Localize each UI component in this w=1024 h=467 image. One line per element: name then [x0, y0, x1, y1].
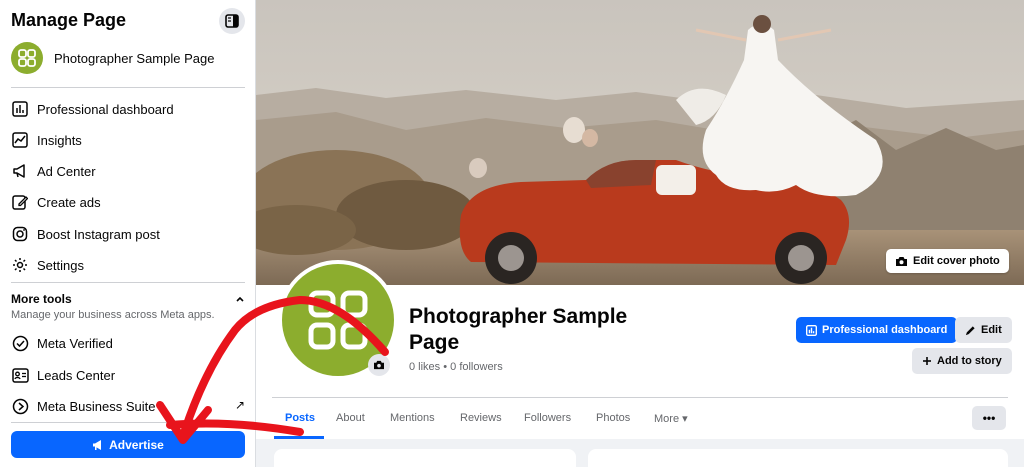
- megaphone-icon: [11, 162, 29, 180]
- camera-icon: [896, 256, 907, 266]
- sidebar-item-label: Ad Center: [37, 163, 96, 179]
- panel-toggle-icon: [225, 14, 239, 28]
- sidebar-item-label: Meta Business Suite: [37, 398, 156, 414]
- verified-icon: [11, 334, 29, 352]
- composer-card: [588, 449, 1008, 467]
- edit-label: Edit: [981, 324, 1002, 336]
- leads-icon: [11, 366, 29, 384]
- edit-icon: [11, 193, 29, 211]
- edit-cover-photo-button[interactable]: Edit cover photo: [886, 249, 1009, 273]
- sidebar-divider: [11, 422, 245, 423]
- sidebar-item-create-ads[interactable]: Create ads: [11, 190, 245, 214]
- sidebar-item-settings[interactable]: Settings: [11, 253, 245, 277]
- sidebar-title: Manage Page: [11, 10, 127, 30]
- page-avatar: [11, 42, 43, 74]
- grid-logo-icon: [18, 49, 36, 67]
- external-link-icon: ↗: [234, 398, 245, 412]
- tab-photos[interactable]: Photos: [596, 412, 630, 424]
- insights-icon: [11, 131, 29, 149]
- dashboard-icon: [11, 100, 29, 118]
- sidebar-item-label: Leads Center: [37, 367, 116, 383]
- cover-photo: [256, 0, 1024, 285]
- update-profile-picture-button[interactable]: [368, 354, 390, 376]
- sidebar-item-label: Professional dashboard: [37, 101, 174, 117]
- page-switcher[interactable]: Photographer Sample Page: [11, 42, 214, 74]
- tab-reviews[interactable]: Reviews: [460, 412, 502, 424]
- edit-cover-label: Edit cover photo: [913, 255, 1000, 267]
- sidebar-item-meta-business-suite[interactable]: Meta Business Suite ↗: [11, 394, 245, 418]
- cover-illustration: [256, 0, 1024, 285]
- plus-icon: [922, 356, 932, 366]
- advertise-label: Advertise: [109, 437, 164, 452]
- add-to-story-button[interactable]: Add to story: [912, 348, 1012, 374]
- sidebar-item-leads-center[interactable]: Leads Center: [11, 363, 245, 387]
- sidebar-item-label: Meta Verified: [37, 335, 113, 351]
- advertise-button[interactable]: Advertise: [11, 431, 245, 458]
- sidebar-item-label: Settings: [37, 257, 84, 273]
- sidebar-divider: [11, 282, 245, 283]
- sidebar-item-meta-verified[interactable]: Meta Verified: [11, 331, 245, 355]
- page-title: Photographer Sample Page: [409, 305, 628, 354]
- sidebar-divider: [11, 87, 245, 88]
- edit-page-button[interactable]: Edit: [955, 317, 1012, 343]
- sidebar-item-label: Insights: [37, 132, 82, 148]
- intro-card: [274, 449, 576, 467]
- manage-page-sidebar: Manage Page Photographer Sample Page Pro…: [0, 0, 256, 467]
- dashboard-icon: [806, 324, 817, 336]
- tab-mentions[interactable]: Mentions: [390, 412, 435, 424]
- tab-followers[interactable]: Followers: [524, 412, 571, 424]
- add-to-story-label: Add to story: [937, 355, 1002, 367]
- page-stats: 0 likes • 0 followers: [409, 361, 503, 373]
- more-tools-header[interactable]: More tools: [11, 292, 245, 306]
- chevron-up-icon: [236, 296, 244, 302]
- tabs-divider: [272, 397, 1008, 398]
- sidebar-page-name: Photographer Sample Page: [54, 50, 215, 66]
- app-root: Manage Page Photographer Sample Page Pro…: [0, 0, 1024, 467]
- more-options-button[interactable]: •••: [972, 406, 1006, 430]
- megaphone-icon: [93, 439, 102, 450]
- active-tab-indicator: [274, 436, 324, 439]
- sidebar-item-label: Boost Instagram post: [37, 226, 160, 242]
- sidebar-item-label: Create ads: [37, 194, 101, 210]
- more-tools-title: More tools: [11, 292, 72, 306]
- grid-logo-icon: [308, 290, 368, 350]
- gear-icon: [11, 256, 29, 274]
- pencil-icon: [965, 325, 976, 336]
- sidebar-toggle-button[interactable]: [219, 8, 245, 34]
- tab-posts[interactable]: Posts: [285, 412, 315, 424]
- professional-dashboard-button[interactable]: Professional dashboard: [796, 317, 958, 343]
- sidebar-item-insights[interactable]: Insights: [11, 128, 245, 152]
- sidebar-item-professional-dashboard[interactable]: Professional dashboard: [11, 97, 245, 121]
- tab-about[interactable]: About: [336, 412, 365, 424]
- sidebar-item-ad-center[interactable]: Ad Center: [11, 159, 245, 183]
- tab-more[interactable]: More ▾: [654, 412, 688, 425]
- more-tools-subtitle: Manage your business across Meta apps.: [11, 309, 215, 321]
- professional-dashboard-label: Professional dashboard: [822, 324, 948, 336]
- instagram-icon: [11, 225, 29, 243]
- meta-business-suite-icon: [11, 397, 29, 415]
- camera-icon: [374, 360, 384, 370]
- sidebar-item-boost-instagram[interactable]: Boost Instagram post: [11, 222, 245, 246]
